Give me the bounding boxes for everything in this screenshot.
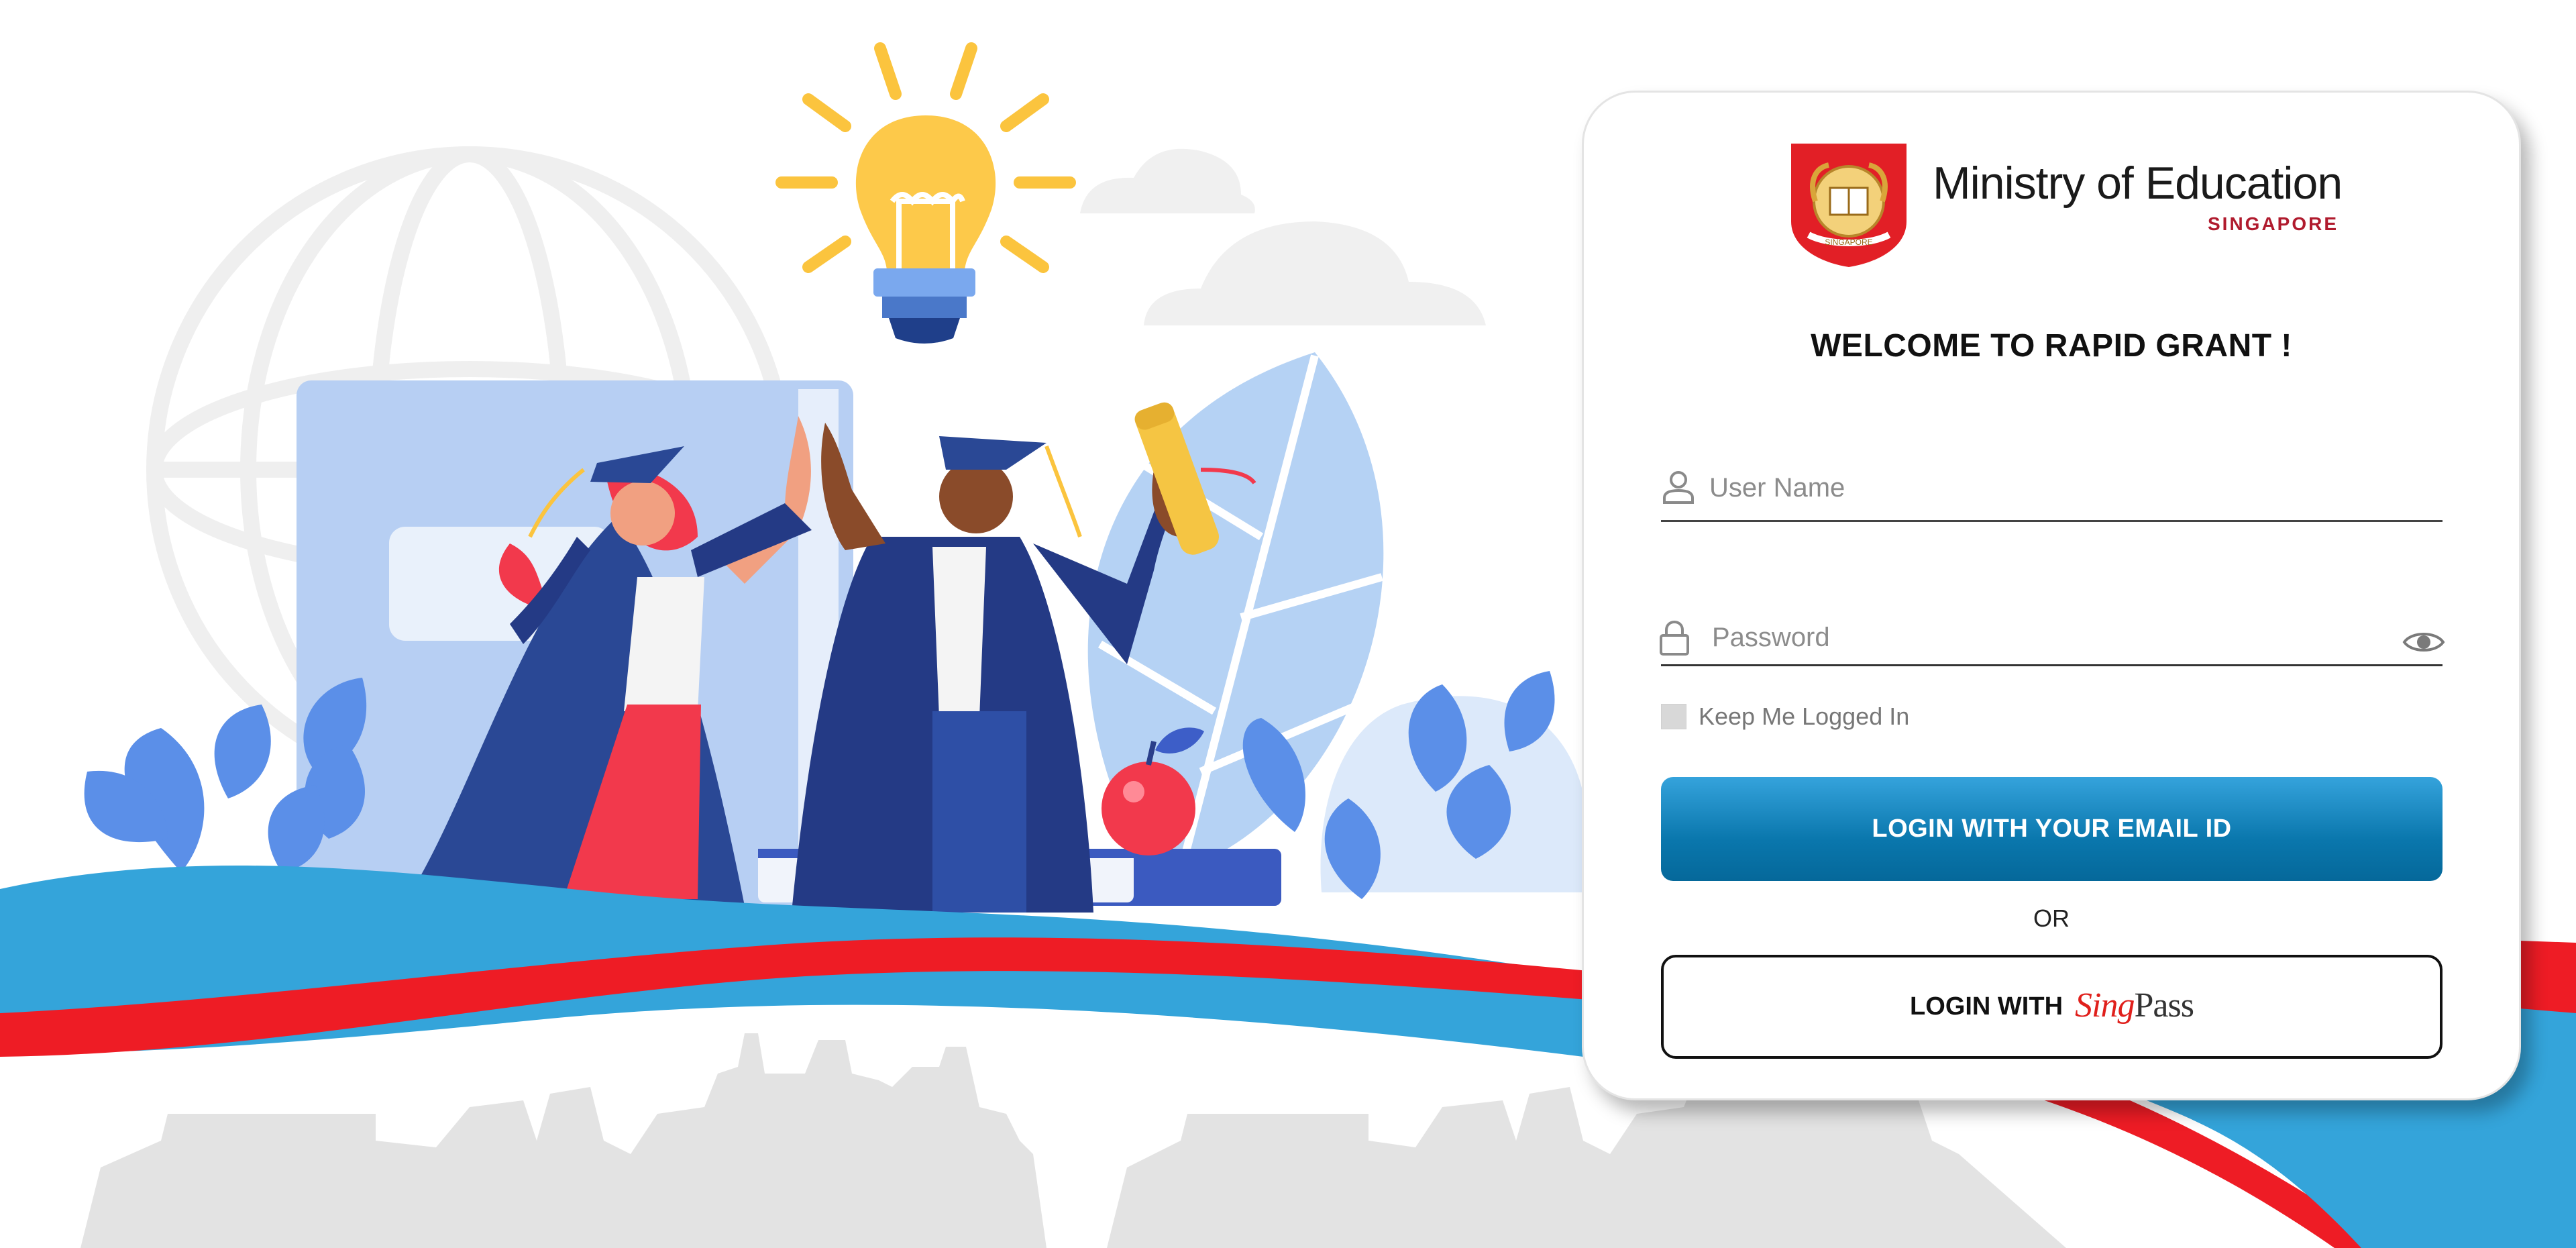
welcome-heading: WELCOME TO RAPID GRANT ! xyxy=(1811,328,2292,364)
user-icon xyxy=(1663,471,1694,504)
login-singpass-button[interactable]: LOGIN WITH SingPass xyxy=(1661,955,2443,1059)
brand-header: SINGAPORE Ministry of Education SINGAPOR… xyxy=(1788,141,2359,268)
brand-name: Ministry of Education xyxy=(1933,158,2343,209)
crest-icon: SINGAPORE xyxy=(1791,144,1907,267)
brand-country: SINGAPORE xyxy=(2208,213,2339,234)
singpass-logo: SingPass xyxy=(2075,986,2194,1025)
crest-text: SINGAPORE xyxy=(1825,238,1872,247)
singpass-logo-first: Sing xyxy=(2075,986,2135,1025)
cloud-illustration xyxy=(1080,148,1486,325)
username-input[interactable] xyxy=(1709,464,2389,511)
lightbulb-illustration xyxy=(775,42,1076,344)
login-email-button[interactable]: LOGIN WITH YOUR EMAIL ID xyxy=(1661,777,2443,881)
keep-logged-in[interactable]: Keep Me Logged In xyxy=(1661,700,1909,733)
keep-logged-in-label: Keep Me Logged In xyxy=(1699,703,1910,730)
eye-icon[interactable] xyxy=(2402,629,2445,656)
login-singpass-button-label: LOGIN WITH xyxy=(1910,992,2063,1021)
password-field xyxy=(1660,592,2445,666)
username-field xyxy=(1661,448,2443,522)
keep-logged-in-checkbox[interactable] xyxy=(1661,704,1686,729)
password-input[interactable] xyxy=(1712,614,2389,661)
login-email-button-label: LOGIN WITH YOUR EMAIL ID xyxy=(1872,815,2232,843)
login-card: SINGAPORE Ministry of Education SINGAPOR… xyxy=(1582,91,2521,1100)
singpass-logo-second: Pass xyxy=(2134,986,2194,1025)
lock-icon xyxy=(1660,621,1689,656)
or-divider: OR xyxy=(2033,904,2070,932)
